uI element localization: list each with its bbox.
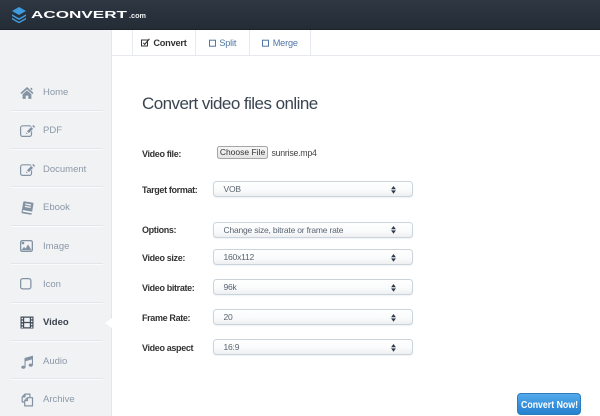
svg-text:ACONVERT: ACONVERT (31, 9, 128, 21)
svg-text:Convert Now!: Convert Now! (521, 400, 578, 411)
svg-text:.com: .com (129, 11, 146, 20)
